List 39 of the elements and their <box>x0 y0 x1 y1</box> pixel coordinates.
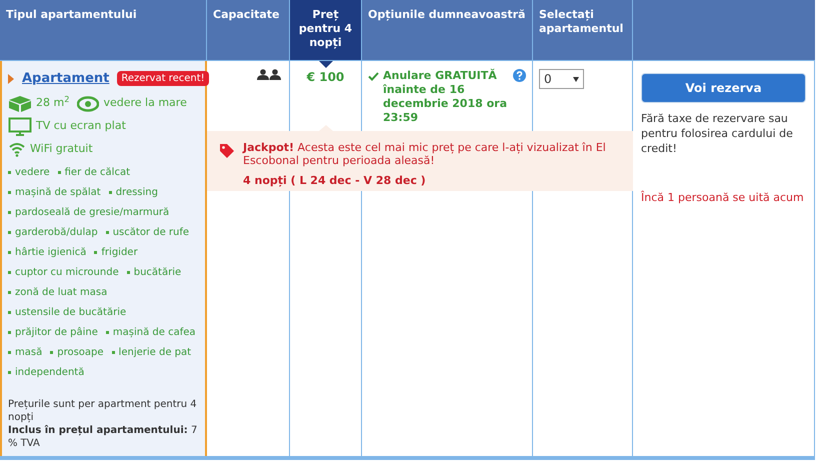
amenity-item: mașină de spălat <box>15 186 101 200</box>
amenity-item: pardoseală de gresie/marmură <box>15 206 170 220</box>
column-header: Preț pentru 4 nopți <box>290 0 362 60</box>
viewers-note: Încă 1 persoană se uită acum <box>641 190 805 206</box>
amenity-item: independentă <box>15 366 84 380</box>
feature-label: TV cu ecran plat <box>36 118 126 134</box>
price-text: € 100 <box>306 69 344 86</box>
amenity-item: ustensile de bucătărie <box>15 306 126 320</box>
feature-label: 28 m$^{2}$ <box>36 95 70 112</box>
jackpot-message: Jackpot! Acesta este cel mai mic preț pe care l-ați vizualizat în El Escobonal pentru perioada aleasă! <box>243 141 607 167</box>
feature-label: WiFi gratuit <box>30 140 93 156</box>
column-header: Tipul apartamentului <box>0 0 207 60</box>
amenity-item: bucătărie <box>134 266 182 280</box>
room-link[interactable]: Apartament <box>22 69 110 88</box>
amenity-item: garderobă/dulap <box>15 226 98 240</box>
reserve-button[interactable]: Voi rezerva <box>641 73 806 103</box>
amenity-item: mașină de cafea <box>112 326 196 340</box>
amenity-item: dressing <box>116 186 158 200</box>
amenity-item: hârtie igienică <box>15 246 86 260</box>
tax-note: Inclus în prețul apartamentului: 7 % TVA <box>8 424 198 450</box>
amenity-item: masă <box>15 346 42 360</box>
quantity-select[interactable]: 0 <box>539 69 584 89</box>
amenity-item: zonă de luat masa <box>15 286 108 300</box>
amenity-item: prosoape <box>57 346 104 360</box>
amenity-item: cuptor cu microunde <box>15 266 119 280</box>
amenity-item: lenjerie de pat <box>118 346 192 360</box>
stay-dates: 4 nopți ( L 24 dec - V 28 dec ) <box>243 173 427 189</box>
amenity-item: prăjitor de pâine <box>15 326 98 340</box>
amenity-item: vedere <box>15 166 50 180</box>
feature-label: vedere la mare <box>103 95 187 112</box>
amenity-item: fier de călcat <box>64 166 130 180</box>
amenity-item: frigider <box>101 246 138 260</box>
no-fees-note: Fără taxe de rezervare sau pentru folosirea cardului de credit! <box>641 111 794 156</box>
column-header: Opțiunile dumneavoastră <box>362 0 533 60</box>
cancellation-text: Anulare GRATUITĂ înainte de 16 decembrie 2018 ora 23:59 <box>383 69 508 125</box>
price-note: Prețurile sunt per apartment pentru 4 nopți <box>8 398 198 424</box>
column-header: Selectați apartamentul <box>533 0 633 60</box>
amenity-item: uscător de rufe <box>112 226 190 240</box>
recent-badge: Rezervat recent! <box>117 71 209 86</box>
